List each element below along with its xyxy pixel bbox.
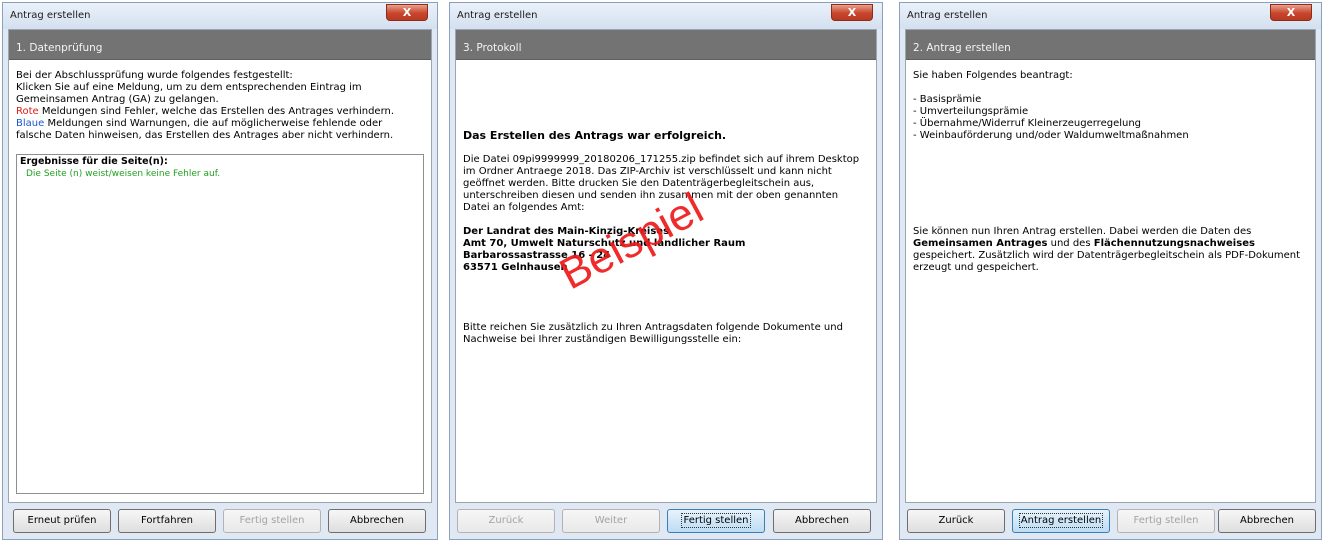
window-title: Antrag erstellen <box>457 10 538 21</box>
weiter-button[interactable]: Weiter <box>562 509 660 533</box>
body-line: geöffnet werden. Bitte drucken Sie den D… <box>463 178 815 189</box>
info-line: Sie können nun Ihren Antrag erstellen. D… <box>913 226 1252 237</box>
warning-legend: Blaue Meldungen sind Warnungen, die auf … <box>16 118 424 130</box>
intro-text: Sie haben Folgendes beantragt: <box>913 70 1073 81</box>
fertig-stellen-button[interactable]: Fertig stellen <box>223 509 321 533</box>
result-message[interactable]: Die Seite (n) weist/weisen keine Fehler … <box>20 168 420 180</box>
antrag-erstellen-label: Antrag erstellen <box>1018 513 1104 528</box>
step-title: 1. Datenprüfung <box>9 30 431 60</box>
abbrechen-button[interactable]: Abbrechen <box>773 509 871 533</box>
fertig-stellen-button[interactable]: Fertig stellen <box>667 509 765 533</box>
window-title: Antrag erstellen <box>907 10 988 21</box>
step-title: 2. Antrag erstellen <box>906 30 1315 60</box>
error-legend: Rote Meldungen sind Fehler, welche das E… <box>16 106 424 118</box>
info-connector: und des <box>1047 238 1094 249</box>
content: Das Erstellen des Antrags war erfolgreic… <box>463 130 869 502</box>
abbrechen-button[interactable]: Abbrechen <box>1218 509 1316 533</box>
erneut-pruefen-button[interactable]: Erneut prüfen <box>13 509 111 533</box>
footer-line: Nachweise bei Ihrer zuständigen Bewillig… <box>463 334 742 345</box>
content: Bei der Abschlussprüfung wurde folgendes… <box>16 70 424 502</box>
dialog-antrag-erstellen: Antrag erstellen X 2. Antrag erstellen S… <box>899 2 1322 540</box>
results-header: Ergebnisse für die Seite(n): <box>20 156 168 167</box>
dialog-body: 2. Antrag erstellen Sie haben Folgendes … <box>905 29 1316 503</box>
info-line: gespeichert. Zusätzlich wird der Datentr… <box>913 250 1301 261</box>
button-row: Zurück Weiter Fertig stellen Abbrechen <box>455 509 877 533</box>
zurueck-button[interactable]: Zurück <box>457 509 555 533</box>
antrag-erstellen-button[interactable]: Antrag erstellen <box>1012 509 1110 533</box>
fortfahren-button[interactable]: Fortfahren <box>118 509 216 533</box>
button-row: Zurück Antrag erstellen Fertig stellen A… <box>905 509 1316 533</box>
close-icon: X <box>1286 6 1296 19</box>
abbrechen-button[interactable]: Abbrechen <box>328 509 426 533</box>
fertig-stellen-button[interactable]: Fertig stellen <box>1117 509 1215 533</box>
intro-line: Bei der Abschlussprüfung wurde folgendes… <box>16 70 293 81</box>
results-list[interactable]: Ergebnisse für die Seite(n): Die Seite (… <box>16 154 424 494</box>
dialog-datenpruefung: Antrag erstellen X 1. Datenprüfung Bei d… <box>2 2 438 540</box>
address-line: 63571 Gelnhausen <box>463 262 568 273</box>
close-icon: X <box>402 6 412 19</box>
info-bold-fnn: Flächennutzungsnachweises <box>1093 238 1255 249</box>
close-icon: X <box>847 6 857 19</box>
footer-line: Bitte reichen Sie zusätzlich zu Ihren An… <box>463 322 843 333</box>
fertig-stellen-label: Fertig stellen <box>681 513 751 528</box>
title-bar: Antrag erstellen X <box>3 3 437 29</box>
list-item: - Basisprämie <box>913 94 982 105</box>
body-line: im Ordner Antraege 2018. Das ZIP-Archiv … <box>463 166 832 177</box>
title-bar: Antrag erstellen X <box>450 3 882 29</box>
success-heading: Das Erstellen des Antrags war erfolgreic… <box>463 129 727 142</box>
dialog-protokoll: Antrag erstellen X 3. Protokoll Das Erst… <box>449 2 883 540</box>
close-button[interactable]: X <box>386 4 428 21</box>
blue-description: Meldungen sind Warnungen, die auf möglic… <box>44 118 383 129</box>
list-item: - Übernahme/Widerruf Kleinerzeugerregelu… <box>913 118 1142 129</box>
step-title: 3. Protokoll <box>456 30 876 60</box>
info-line: Gemeinsamen Antrages und des Flächennutz… <box>913 238 1308 250</box>
list-item: - Weinbauförderung und/oder Waldumweltma… <box>913 130 1189 141</box>
list-item: - Umverteilungsprämie <box>913 106 1029 117</box>
title-bar: Antrag erstellen X <box>900 3 1321 29</box>
info-line: erzeugt und gespeichert. <box>913 262 1039 273</box>
info-bold-ga: Gemeinsamen Antrages <box>913 238 1048 249</box>
close-button[interactable]: X <box>1270 4 1312 21</box>
window-title: Antrag erstellen <box>10 10 91 21</box>
button-row: Erneut prüfen Fortfahren Fertig stellen … <box>8 509 432 533</box>
red-description: Meldungen sind Fehler, welche das Erstel… <box>38 106 395 117</box>
content: Sie haben Folgendes beantragt: - Basispr… <box>913 70 1308 502</box>
body-line: Die Datei 09pi9999999_20180206_171255.zi… <box>463 154 860 165</box>
dialog-body: 3. Protokoll Das Erstellen des Antrags w… <box>455 29 877 503</box>
warning-legend-line2: falsche Daten hinweisen, das Erstellen d… <box>16 130 394 141</box>
close-button[interactable]: X <box>831 4 873 21</box>
blue-word: Blaue <box>16 118 45 129</box>
red-word: Rote <box>16 106 39 117</box>
dialog-body: 1. Datenprüfung Bei der Abschlussprüfung… <box>8 29 432 503</box>
intro-line: Klicken Sie auf eine Meldung, um zu dem … <box>16 82 362 93</box>
intro-line: Gemeinsamen Antrag (GA) zu gelangen. <box>16 94 219 105</box>
zurueck-button[interactable]: Zurück <box>907 509 1005 533</box>
